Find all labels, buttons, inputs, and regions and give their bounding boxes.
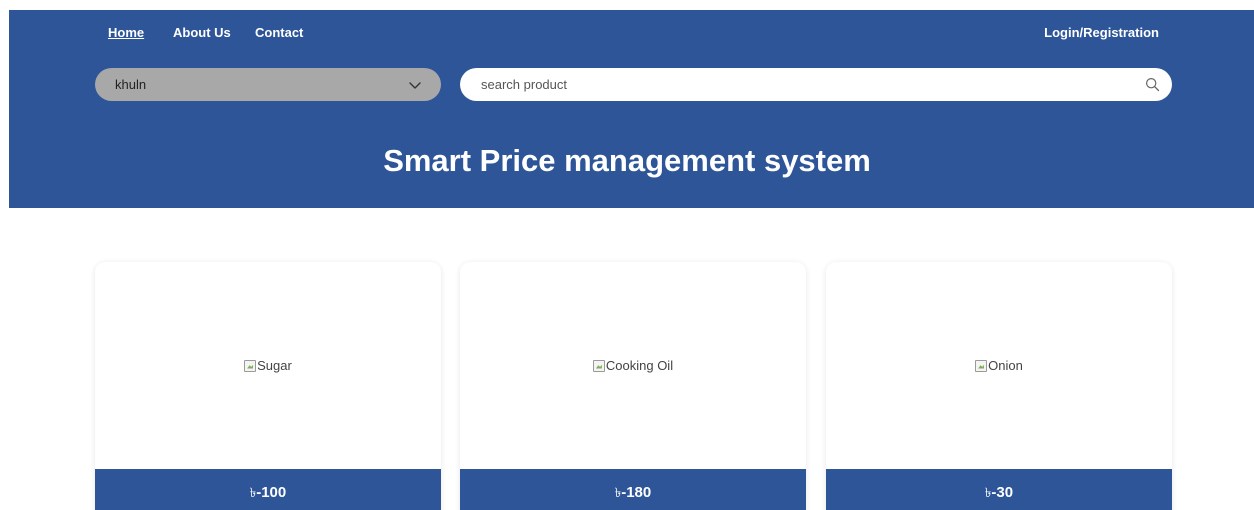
product-image-area: Sugar (95, 262, 441, 469)
nav-link-home[interactable]: Home (108, 25, 144, 40)
product-image-area: Onion (826, 262, 1172, 469)
product-image-alt: Sugar (257, 358, 292, 373)
nav-link-about-us[interactable]: About Us (173, 25, 231, 40)
broken-image-icon (244, 359, 257, 372)
page: Home About Us Contact Login/Registration… (0, 0, 1254, 510)
product-price: ৳-100 (95, 484, 441, 505)
page-title: Smart Price management system (383, 143, 871, 178)
product-card[interactable]: Onion ৳-30 (826, 262, 1172, 510)
price-value: -100 (256, 484, 287, 501)
product-card[interactable]: Cooking Oil ৳-180 (460, 262, 806, 510)
product-price: ৳-30 (826, 484, 1172, 505)
product-image-area: Cooking Oil (460, 262, 806, 469)
product-image-alt: Onion (988, 358, 1023, 373)
location-select-value: khuln (115, 77, 147, 92)
search-input[interactable] (481, 69, 1144, 100)
login-registration-link[interactable]: Login/Registration (1044, 25, 1159, 40)
chevron-down-icon (407, 77, 423, 93)
product-price: ৳-180 (460, 484, 806, 505)
product-image-alt: Cooking Oil (605, 358, 674, 373)
broken-image-icon (975, 359, 988, 372)
price-value: -180 (621, 484, 652, 501)
search-box (460, 68, 1172, 101)
nav-link-contact[interactable]: Contact (255, 25, 303, 40)
price-value: -30 (991, 484, 1014, 501)
product-image: Sugar (244, 358, 292, 373)
broken-image-icon (592, 359, 605, 372)
search-icon[interactable] (1144, 77, 1160, 93)
product-card[interactable]: Sugar ৳-100 (95, 262, 441, 510)
product-image: Cooking Oil (592, 358, 674, 373)
location-select[interactable]: khuln (95, 68, 441, 101)
product-image: Onion (975, 358, 1023, 373)
